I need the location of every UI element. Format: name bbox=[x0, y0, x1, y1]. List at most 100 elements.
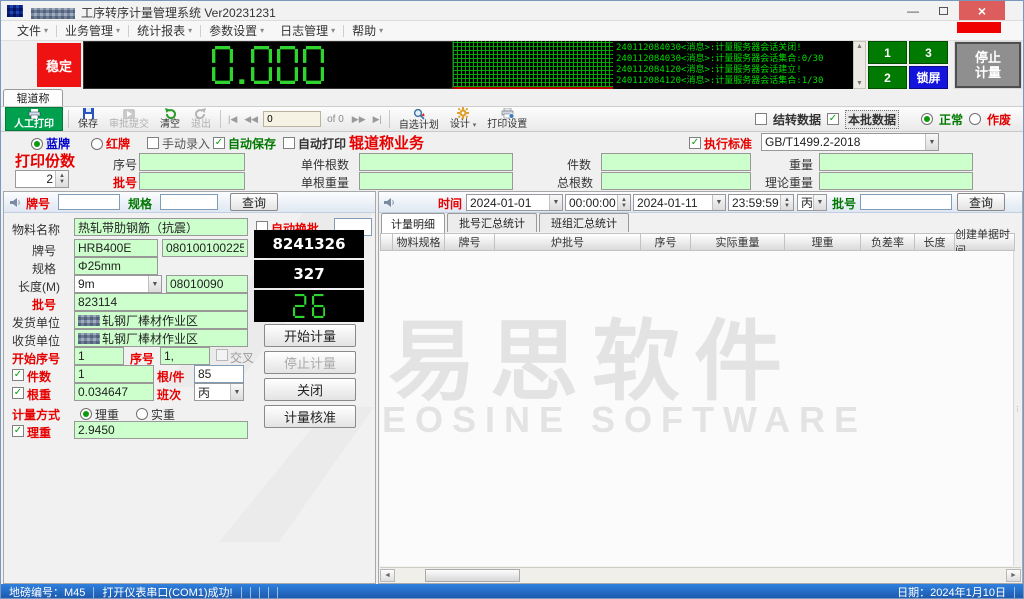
theory-checkbox[interactable] bbox=[12, 425, 24, 437]
single-weight-input[interactable] bbox=[359, 172, 513, 190]
col-serial[interactable]: 序号 bbox=[641, 233, 691, 251]
receiver-input[interactable]: 轧钢厂棒材作业区 bbox=[74, 329, 248, 347]
stepper-arrows-icon[interactable]: ▲▼ bbox=[55, 171, 68, 187]
spec-input[interactable] bbox=[74, 257, 158, 275]
shift-filter-select[interactable]: 丙▼ bbox=[797, 194, 827, 211]
horizontal-scrollbar[interactable]: ◄ ► bbox=[380, 567, 1021, 582]
metering-verify-button[interactable]: 计量核准 bbox=[264, 405, 356, 428]
scroll-down-icon[interactable]: ▼ bbox=[856, 80, 863, 87]
scrollbar-thumb[interactable] bbox=[425, 569, 520, 582]
col-neg-tolerance[interactable]: 负差率 bbox=[861, 233, 915, 251]
method-theory-radio[interactable] bbox=[80, 408, 92, 420]
date-to-select[interactable]: 2024-01-11▼ bbox=[633, 194, 726, 211]
batch-filter-input[interactable] bbox=[860, 194, 952, 210]
cross-checkbox[interactable] bbox=[216, 349, 228, 361]
weight-input[interactable] bbox=[819, 153, 973, 171]
current-batch-checkbox[interactable] bbox=[827, 113, 839, 125]
lock-screen-button[interactable]: 锁屏 bbox=[909, 66, 948, 89]
length-code-input[interactable] bbox=[166, 275, 248, 293]
blue-plate-radio[interactable] bbox=[31, 138, 43, 150]
method-actual-radio[interactable] bbox=[136, 408, 148, 420]
root-weight-checkbox[interactable] bbox=[12, 387, 24, 399]
heat-batch-input[interactable] bbox=[74, 293, 248, 311]
serial-input[interactable] bbox=[139, 153, 245, 171]
exec-standard-checkbox[interactable] bbox=[689, 137, 701, 149]
menu-business[interactable]: 业务管理▾ bbox=[57, 22, 128, 39]
shipper-input[interactable]: 轧钢厂棒材作业区 bbox=[74, 311, 248, 329]
col-brand[interactable]: 牌号 bbox=[445, 233, 495, 251]
stop-metering-secondary-button[interactable]: 停止计量 bbox=[264, 351, 356, 374]
design-button[interactable]: 设计 ▾ bbox=[446, 107, 480, 131]
keypad-button-3[interactable]: 3 bbox=[909, 41, 948, 64]
col-created-time[interactable]: 创建单据时间 bbox=[955, 233, 1015, 251]
auto-print-checkbox[interactable] bbox=[283, 137, 295, 149]
red-plate-radio[interactable] bbox=[91, 138, 103, 150]
stepper-arrows-icon[interactable]: ▲▼ bbox=[780, 195, 793, 210]
restore-button[interactable] bbox=[929, 1, 957, 20]
save-button[interactable]: 保存 bbox=[74, 107, 102, 131]
tab-metering-detail[interactable]: 计量明细 bbox=[381, 213, 445, 233]
brand-input[interactable] bbox=[74, 239, 158, 257]
menu-settings[interactable]: 参数设置▾ bbox=[201, 22, 272, 39]
shift-select[interactable]: 丙▼ bbox=[194, 383, 244, 401]
keypad-button-1[interactable]: 1 bbox=[868, 41, 907, 64]
auto-save-checkbox[interactable] bbox=[213, 137, 225, 149]
col-material-spec[interactable]: 物料规格 bbox=[393, 233, 445, 251]
pieces-per-input[interactable] bbox=[359, 153, 513, 171]
stop-metering-button[interactable]: 停止计量 bbox=[955, 42, 1021, 88]
start-serial-input[interactable] bbox=[74, 347, 124, 365]
root-weight-input[interactable] bbox=[74, 383, 154, 401]
print-copies-stepper[interactable]: 2▲▼ bbox=[15, 170, 69, 188]
close-panel-button[interactable]: 关闭 bbox=[264, 378, 356, 401]
stepper-arrows-icon[interactable]: ▲▼ bbox=[617, 195, 630, 210]
query-button[interactable]: 查询 bbox=[230, 193, 278, 211]
menu-logs[interactable]: 日志管理▾ bbox=[272, 22, 343, 39]
log-scrollbar[interactable]: ▲▼ bbox=[853, 41, 866, 89]
theory-weight-input[interactable] bbox=[819, 172, 973, 190]
scroll-left-icon[interactable]: ◄ bbox=[380, 569, 395, 582]
theory-input[interactable] bbox=[74, 421, 248, 439]
material-name-input[interactable] bbox=[74, 218, 248, 236]
scroll-right-icon[interactable]: ► bbox=[1006, 569, 1021, 582]
time-from-stepper[interactable]: 00:00:00▲▼ bbox=[565, 194, 631, 211]
col-theory-weight[interactable]: 理重 bbox=[785, 233, 861, 251]
tab-batch-summary[interactable]: 批号汇总统计 bbox=[447, 213, 537, 232]
record-number-input[interactable] bbox=[263, 111, 321, 127]
clear-button[interactable]: 清空 bbox=[156, 107, 184, 131]
lp-pieces-input[interactable] bbox=[74, 365, 154, 383]
custom-plan-button[interactable]: 自选计划 bbox=[395, 107, 443, 131]
start-metering-button[interactable]: 开始计量 bbox=[264, 324, 356, 347]
pieces-checkbox[interactable] bbox=[12, 369, 24, 381]
length-select[interactable]: 9m▼ bbox=[74, 275, 162, 293]
manual-entry-checkbox[interactable] bbox=[147, 137, 159, 149]
menu-file[interactable]: 文件▾ bbox=[9, 22, 56, 39]
tab-roller-scale[interactable]: 辊道称 bbox=[3, 89, 63, 106]
menu-reports[interactable]: 统计报表▾ bbox=[129, 22, 200, 39]
col-actual-weight[interactable]: 实际重量 bbox=[691, 233, 785, 251]
nav-prev-icon[interactable]: ◀◀ bbox=[242, 114, 260, 125]
brand-code-input[interactable] bbox=[162, 239, 248, 257]
nav-last-icon[interactable]: ▶| bbox=[371, 114, 384, 125]
nav-next-icon[interactable]: ▶▶ bbox=[350, 114, 368, 125]
exec-standard-select[interactable]: GB/T1499.2-2018▼ bbox=[761, 133, 939, 151]
roots-per-piece-input[interactable] bbox=[194, 365, 244, 383]
search-spec-input[interactable] bbox=[160, 194, 218, 210]
menu-help[interactable]: 帮助▾ bbox=[344, 22, 391, 39]
print-setup-button[interactable]: 打印设置 bbox=[483, 107, 531, 131]
manual-print-button[interactable]: 人工打印 bbox=[5, 107, 63, 131]
minimize-button[interactable]: — bbox=[899, 1, 927, 20]
normal-radio[interactable] bbox=[921, 113, 933, 125]
nav-first-icon[interactable]: |◀ bbox=[226, 114, 239, 125]
void-radio[interactable] bbox=[969, 113, 981, 125]
vertical-splitter[interactable]: ⋮ bbox=[1013, 251, 1021, 566]
pieces-input[interactable] bbox=[601, 153, 751, 171]
time-to-stepper[interactable]: 23:59:59▲▼ bbox=[728, 194, 794, 211]
serial-no-input[interactable] bbox=[160, 347, 210, 365]
scroll-up-icon[interactable]: ▲ bbox=[856, 43, 863, 50]
col-heat-batch[interactable]: 炉批号 bbox=[495, 233, 641, 251]
date-from-select[interactable]: 2024-01-01▼ bbox=[466, 194, 563, 211]
records-query-button[interactable]: 查询 bbox=[957, 193, 1005, 211]
exit-button[interactable]: 退出 bbox=[187, 107, 215, 131]
search-brand-input[interactable] bbox=[58, 194, 120, 210]
carryover-data-checkbox[interactable] bbox=[755, 113, 767, 125]
